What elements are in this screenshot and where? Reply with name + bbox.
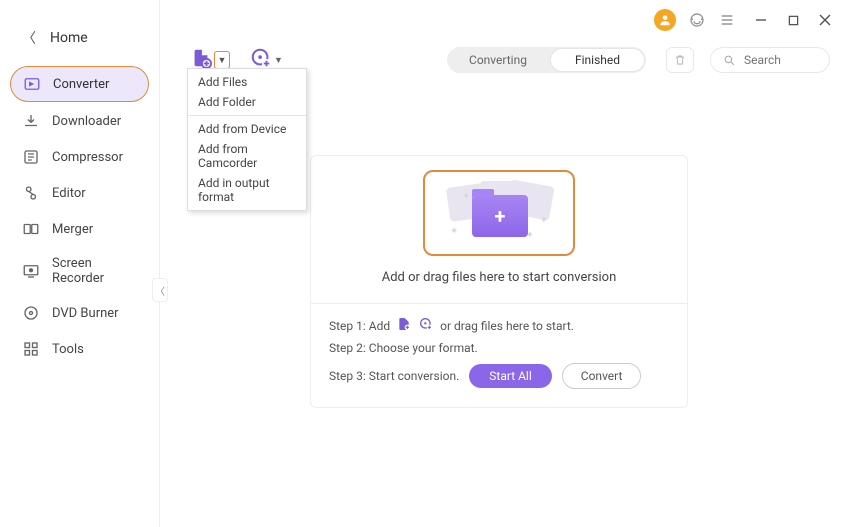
step-2: Step 2: Choose your format. xyxy=(329,341,669,355)
nav-label: DVD Burner xyxy=(52,306,119,321)
sidebar-item-dvd-burner[interactable]: DVD Burner xyxy=(10,296,149,330)
nav-label: Editor xyxy=(52,186,86,201)
tools-icon xyxy=(22,340,40,358)
nav-label: Converter xyxy=(53,77,109,92)
sidebar-item-merger[interactable]: Merger xyxy=(10,212,149,246)
menu-item-add-output-format[interactable]: Add in output format xyxy=(188,173,306,207)
home-nav[interactable]: 〈 Home xyxy=(0,18,159,66)
add-dvd-icon xyxy=(418,316,434,335)
editor-icon xyxy=(22,184,40,202)
nav-label: Screen Recorder xyxy=(52,256,137,286)
sidebar-item-screen-recorder[interactable]: Screen Recorder xyxy=(10,248,149,294)
converter-icon xyxy=(23,75,41,93)
nav-label: Downloader xyxy=(52,114,121,129)
add-files-dropdown: Add Files Add Folder Add from Device Add… xyxy=(187,68,307,211)
nav-label: Merger xyxy=(52,222,93,237)
step-3-row: Step 3: Start conversion. Start All Conv… xyxy=(329,363,669,389)
dropzone-hero[interactable]: ✦✦✦✦ + xyxy=(423,170,575,256)
trash-icon xyxy=(673,53,687,67)
main-area: ▼ ▼ Converting Finished Add Files Add Fo… xyxy=(160,0,850,527)
screen-recorder-icon xyxy=(22,262,40,280)
chevron-down-icon: ▼ xyxy=(274,55,283,66)
divider xyxy=(311,303,687,304)
nav-label: Tools xyxy=(52,342,84,357)
menu-item-add-folder[interactable]: Add Folder xyxy=(188,92,306,112)
back-icon: 〈 xyxy=(22,28,36,48)
menu-item-add-files[interactable]: Add Files xyxy=(188,72,306,92)
add-files-icon xyxy=(396,316,412,335)
step-3-label: Step 3: Start conversion. xyxy=(329,369,459,383)
sidebar-item-compressor[interactable]: Compressor xyxy=(10,140,149,174)
nav-list: Converter Downloader Compressor Editor M… xyxy=(0,66,159,366)
dropzone-title: Add or drag files here to start conversi… xyxy=(329,270,669,285)
menu-item-add-from-camcorder[interactable]: Add from Camcorder xyxy=(188,139,306,173)
sidebar: 〈 Home Converter Downloader Compressor E… xyxy=(0,0,160,527)
step-1: Step 1: Add or drag files here to start. xyxy=(329,316,669,335)
search-icon xyxy=(723,54,736,67)
folder-illustration: ✦✦✦✦ + xyxy=(444,181,554,245)
folder-icon: + xyxy=(472,195,528,237)
merger-icon xyxy=(22,220,40,238)
sidebar-item-downloader[interactable]: Downloader xyxy=(10,104,149,138)
downloader-icon xyxy=(22,112,40,130)
dvd-burner-icon xyxy=(22,304,40,322)
search-field[interactable] xyxy=(710,47,830,73)
dropzone-card: ✦✦✦✦ + Add or drag files here to start c… xyxy=(310,155,688,408)
nav-label: Compressor xyxy=(52,150,123,165)
sidebar-item-tools[interactable]: Tools xyxy=(10,332,149,366)
tab-converting[interactable]: Converting xyxy=(447,47,549,73)
convert-button[interactable]: Convert xyxy=(562,363,642,389)
status-tabs: Converting Finished xyxy=(447,47,646,73)
start-all-button[interactable]: Start All xyxy=(469,364,552,388)
compressor-icon xyxy=(22,148,40,166)
add-files-caret[interactable]: ▼ xyxy=(214,51,230,69)
tab-finished[interactable]: Finished xyxy=(551,49,644,71)
home-label: Home xyxy=(50,30,88,46)
search-input[interactable] xyxy=(744,53,817,67)
sidebar-item-converter[interactable]: Converter xyxy=(10,66,149,102)
menu-item-add-from-device[interactable]: Add from Device xyxy=(188,119,306,139)
delete-button[interactable] xyxy=(666,47,694,73)
sidebar-item-editor[interactable]: Editor xyxy=(10,176,149,210)
plus-icon: + xyxy=(495,204,506,228)
